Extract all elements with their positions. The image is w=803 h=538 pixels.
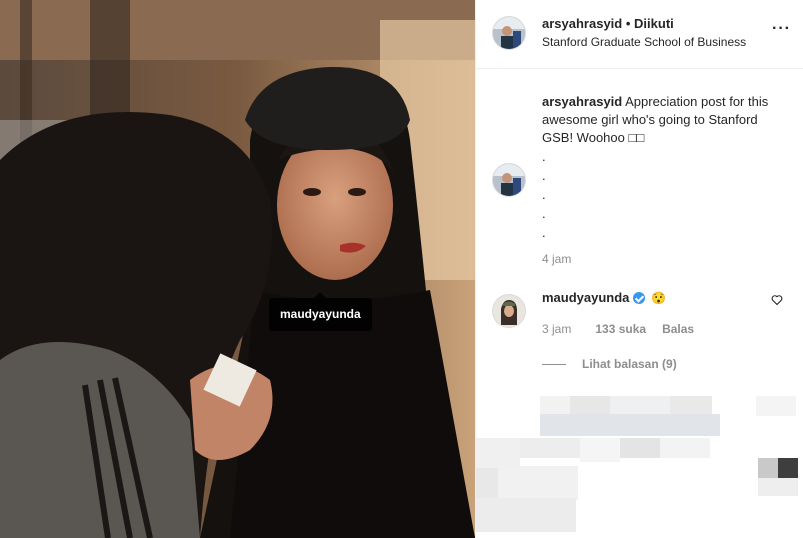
- comment-meta: 3 jam 133 suka Balas: [542, 322, 694, 336]
- more-options-icon[interactable]: ···: [772, 21, 791, 37]
- heart-outline-icon[interactable]: [771, 293, 783, 309]
- post-side-panel: arsyahrasyid • Diikuti Stanford Graduate…: [475, 0, 803, 538]
- reply-button[interactable]: Balas: [662, 322, 694, 336]
- caption-username[interactable]: arsyahrasyid: [542, 94, 622, 109]
- avatar-image: [493, 164, 525, 196]
- caption-dots: . . . . .: [542, 149, 546, 240]
- view-replies-label: Lihat balasan (9): [582, 357, 677, 371]
- author-username[interactable]: arsyahrasyid: [542, 16, 622, 31]
- comment-text: 😯: [651, 290, 667, 305]
- comment-avatar[interactable]: [492, 294, 526, 328]
- photo-image: [0, 0, 475, 538]
- post-author: arsyahrasyid • Diikuti: [542, 16, 674, 31]
- location-link[interactable]: Stanford Graduate School of Business: [542, 35, 746, 49]
- replies-divider: [542, 363, 566, 365]
- verified-badge-icon: [633, 291, 646, 304]
- post-header: arsyahrasyid • Diikuti Stanford Graduate…: [476, 0, 803, 69]
- caption: arsyahrasyid Appreciation post for this …: [542, 93, 787, 147]
- comment-timestamp[interactable]: 3 jam: [542, 322, 571, 336]
- follow-status[interactable]: Diikuti: [634, 16, 674, 31]
- post-photo[interactable]: maudyayunda: [0, 0, 475, 538]
- separator: •: [625, 16, 631, 31]
- user-tag[interactable]: maudyayunda: [269, 292, 372, 331]
- comment-author: maudyayunda 😯: [542, 290, 666, 305]
- comment-username[interactable]: maudyayunda: [542, 290, 629, 305]
- instagram-post: maudyayunda arsyahrasyid • Diikuti Stanf…: [0, 0, 803, 538]
- caption-avatar[interactable]: [492, 163, 526, 197]
- heart-shape: [771, 295, 783, 306]
- avatar[interactable]: [492, 16, 526, 50]
- avatar-image: [493, 17, 525, 49]
- comment-likes[interactable]: 133 suka: [595, 322, 646, 336]
- caption-timestamp[interactable]: 4 jam: [542, 252, 571, 266]
- avatar-image: [493, 295, 525, 327]
- view-replies-button[interactable]: Lihat balasan (9): [542, 357, 677, 371]
